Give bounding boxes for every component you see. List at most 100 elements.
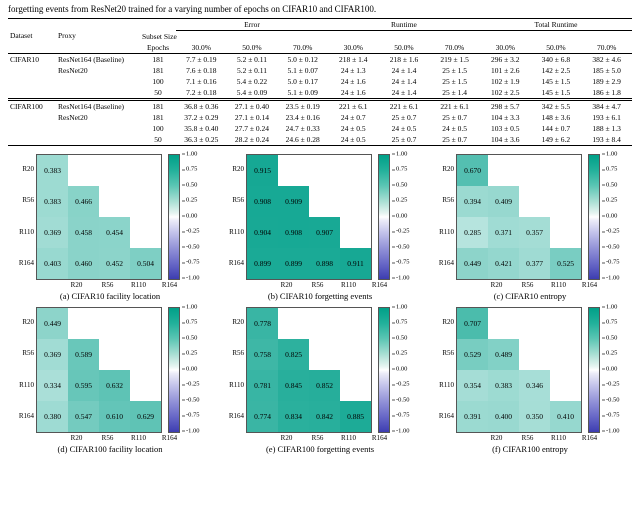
heatmap-x-label: R56 — [302, 280, 333, 289]
heatmap-x-labels: R20R56R110R164 — [245, 433, 395, 442]
heatmap-y-label: R56 — [430, 185, 454, 216]
colorbar-tick: -0.50 — [396, 243, 410, 250]
colorbar: 1.000.750.500.250.00-0.25-0.50-0.75-1.00 — [588, 154, 630, 280]
heatmap-cell: 0.369 — [37, 217, 68, 248]
heatmap-cell — [488, 155, 519, 186]
cell-value: 186 ± 1.8 — [581, 87, 632, 100]
col-size: 50.0% — [531, 42, 582, 54]
heatmap-matrix: 0.3830.3830.4660.3690.4580.4540.4030.460… — [36, 154, 162, 280]
cell-value: 24 ± 0.5 — [328, 134, 379, 146]
cell-value: 104 ± 3.3 — [480, 112, 531, 123]
heatmap-matrix: 0.7780.7580.8250.7810.8450.8520.7740.834… — [246, 307, 372, 433]
colorbar-tick: 0.25 — [396, 350, 407, 357]
cell-value: 7.1 ± 0.16 — [176, 76, 227, 87]
heatmap-cell — [340, 217, 371, 248]
cell-dataset — [8, 65, 56, 76]
cell-value: 296 ± 3.2 — [480, 53, 531, 65]
cell-value: 193 ± 8.4 — [581, 134, 632, 146]
colorbar-tick: -0.75 — [186, 259, 200, 266]
heatmap-x-label: R110 — [543, 280, 574, 289]
cell-value: 25 ± 0.7 — [379, 112, 430, 123]
heatmap-caption: (e) CIFAR100 forgetting events — [266, 444, 374, 454]
heatmap-b: R20R56R110R1640.9150.9080.9090.9040.9080… — [218, 154, 422, 301]
colorbar-tick: -0.25 — [606, 228, 620, 235]
heatmap-cell — [340, 339, 371, 370]
cell-value: 24 ± 0.5 — [379, 123, 430, 134]
heatmap-cell — [550, 370, 581, 401]
cell-value: 5.0 ± 0.12 — [277, 53, 328, 65]
heatmap-cell: 0.834 — [278, 401, 309, 432]
heatmap-y-labels: R20R56R110R164 — [220, 307, 246, 433]
heatmap-cell: 0.383 — [488, 370, 519, 401]
heatmap-cell: 0.489 — [488, 339, 519, 370]
col-size: 30.0% — [480, 42, 531, 54]
colorbar-gradient — [378, 307, 390, 433]
heatmap-y-label: R110 — [220, 370, 244, 401]
heatmap-cell: 0.460 — [68, 248, 99, 279]
colorbar-tick: 0.50 — [186, 334, 197, 341]
heatmap-cell: 0.380 — [37, 401, 68, 432]
heatmap-x-label: R20 — [271, 433, 302, 442]
heatmap-caption: (f) CIFAR100 entropy — [492, 444, 568, 454]
heatmap-y-label: R164 — [430, 401, 454, 432]
cell-value: 24 ± 0.7 — [328, 112, 379, 123]
heatmap-x-label: R164 — [574, 433, 605, 442]
colorbar-tick: 0.75 — [186, 166, 197, 173]
heatmap-x-label: R20 — [481, 280, 512, 289]
heatmap-cell: 0.707 — [457, 308, 488, 339]
table-row: 5036.3 ± 0.2528.2 ± 0.2424.6 ± 0.2824 ± … — [8, 134, 632, 146]
colorbar-tick: 0.50 — [606, 181, 617, 188]
heatmap-x-label: R110 — [543, 433, 574, 442]
heatmap-x-label: R110 — [123, 433, 154, 442]
heatmap-x-label: R110 — [333, 280, 364, 289]
cell-value: 149 ± 6.2 — [531, 134, 582, 146]
colorbar-tick: 0.00 — [606, 365, 617, 372]
heatmap-y-label: R164 — [10, 401, 34, 432]
colorbar-ticks: 1.000.750.500.250.00-0.25-0.50-0.75-1.00 — [602, 307, 630, 433]
heatmap-cell: 0.778 — [247, 308, 278, 339]
heatmap-cell: 0.909 — [278, 186, 309, 217]
heatmap-cell — [340, 186, 371, 217]
cell-value: 193 ± 6.1 — [581, 112, 632, 123]
heatmap-y-label: R56 — [430, 338, 454, 369]
heatmap-cell: 0.334 — [37, 370, 68, 401]
colorbar-tick: 0.00 — [186, 212, 197, 219]
colorbar-tick: 0.25 — [606, 197, 617, 204]
colorbar-tick: -1.00 — [396, 427, 410, 434]
heatmap-cell: 0.354 — [457, 370, 488, 401]
heatmap-caption: (a) CIFAR10 facility location — [60, 291, 160, 301]
colorbar-tick: 1.00 — [606, 150, 617, 157]
cell-value: 35.8 ± 0.40 — [176, 123, 227, 134]
colorbar-tick: 0.00 — [396, 365, 407, 372]
colorbar-tick: 0.00 — [186, 365, 197, 372]
colorbar-gradient — [168, 154, 180, 280]
heatmap-cell — [99, 186, 130, 217]
heatmap-y-label: R56 — [220, 338, 244, 369]
cell-proxy — [56, 123, 140, 134]
cell-value: 5.0 ± 0.17 — [277, 76, 328, 87]
heatmap-cell: 0.346 — [519, 370, 550, 401]
heatmap-x-label: R110 — [333, 433, 364, 442]
heatmap-cell: 0.774 — [247, 401, 278, 432]
cell-value: 27.7 ± 0.24 — [227, 123, 278, 134]
cell-value: 221 ± 6.1 — [429, 99, 480, 112]
colorbar-tick: -0.25 — [186, 228, 200, 235]
colorbar-tick: 0.50 — [396, 181, 407, 188]
heatmap-cell: 0.394 — [457, 186, 488, 217]
colorbar-tick: 0.50 — [396, 334, 407, 341]
cell-value: 188 ± 1.3 — [581, 123, 632, 134]
heatmap-cell — [309, 186, 340, 217]
heatmap-cell: 0.400 — [488, 401, 519, 432]
cell-value: 142 ± 2.5 — [531, 65, 582, 76]
heatmap-cell: 0.908 — [247, 186, 278, 217]
heatmap-x-label: R164 — [364, 433, 395, 442]
heatmap-x-label: R56 — [302, 433, 333, 442]
heatmap-matrix: 0.9150.9080.9090.9040.9080.9070.8990.899… — [246, 154, 372, 280]
cell-value: 382 ± 4.6 — [581, 53, 632, 65]
colorbar-tick: 1.00 — [396, 303, 407, 310]
heatmap-x-label: R56 — [92, 280, 123, 289]
colorbar-tick: 0.00 — [606, 212, 617, 219]
heatmap-y-label: R164 — [430, 248, 454, 279]
cell-epochs: 100 — [140, 76, 176, 87]
colorbar: 1.000.750.500.250.00-0.25-0.50-0.75-1.00 — [378, 154, 420, 280]
